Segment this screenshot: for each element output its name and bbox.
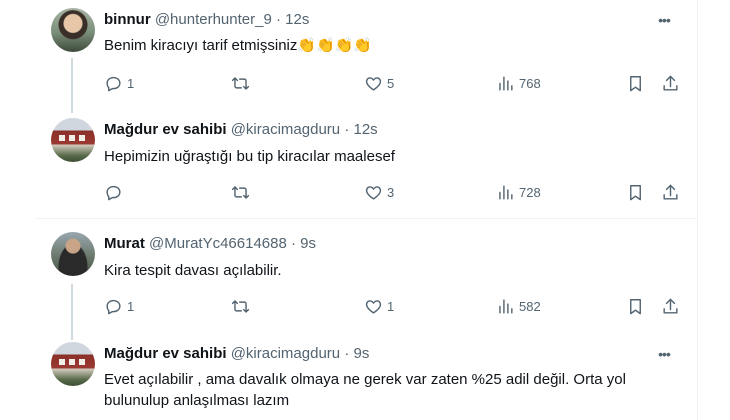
share-button[interactable]: [661, 294, 680, 318]
share-button[interactable]: [661, 180, 680, 204]
bookmark-icon: [630, 298, 641, 314]
avatar[interactable]: [51, 118, 95, 162]
like-count: 1: [387, 298, 395, 314]
bookmark-button[interactable]: [626, 180, 645, 204]
tweet-text: Benim kiracıyı tarif etmişsiniz👏👏👏👏: [104, 37, 373, 54]
retweet-button[interactable]: [231, 71, 254, 95]
reply-count: 1: [127, 75, 135, 91]
bookmark-icon: [630, 75, 641, 91]
share-icon: [663, 75, 678, 91]
avatar[interactable]: [51, 8, 95, 52]
view-count: 728: [519, 184, 541, 200]
retweet-button[interactable]: [231, 294, 254, 318]
tweet-actions: 1 5 768: [104, 71, 684, 95]
timestamp[interactable]: 9s: [353, 345, 369, 362]
display-name[interactable]: binnur: [104, 11, 151, 28]
reply-button[interactable]: 1: [104, 71, 134, 95]
views-icon: [499, 298, 513, 314]
tweet-magdur-2[interactable]: Mağdur ev sahibi @kiracimagduru · 9s •••…: [0, 334, 697, 420]
reply-button[interactable]: 1: [104, 294, 134, 318]
tweet-header: Murat @MuratYc46614688 · 9s: [104, 234, 316, 254]
tweet-actions: 3 728: [104, 180, 684, 204]
retweet-icon: [231, 76, 250, 90]
tweet-binnur[interactable]: binnur @hunterhunter_9 · 12s ••• Benim k…: [0, 0, 697, 108]
bookmark-icon: [630, 184, 641, 200]
separator-dot: ·: [344, 121, 350, 138]
display-name[interactable]: Mağdur ev sahibi: [104, 121, 227, 138]
tweet-murat[interactable]: Murat @MuratYc46614688 · 9s Kira tespit …: [0, 222, 697, 334]
display-name[interactable]: Mağdur ev sahibi: [104, 345, 227, 362]
retweet-icon: [231, 185, 250, 199]
separator-dot: ·: [344, 345, 350, 362]
tweet-text: Hepimizin uğraştığı bu tip kiracılar maa…: [104, 148, 395, 165]
share-button[interactable]: [661, 71, 680, 95]
user-handle[interactable]: @MuratYc46614688: [149, 235, 287, 252]
share-icon: [663, 184, 678, 200]
tweet-text: Evet açılabilir , ama davalık olmaya ne …: [104, 371, 626, 409]
timestamp[interactable]: 12s: [285, 11, 309, 28]
like-button[interactable]: 1: [364, 294, 394, 318]
user-handle[interactable]: @kiracimagduru: [231, 345, 340, 362]
tweet-header: Mağdur ev sahibi @kiracimagduru · 9s: [104, 344, 369, 364]
views-button[interactable]: 768: [496, 71, 541, 95]
retweet-icon: [231, 299, 250, 313]
view-count: 582: [519, 298, 541, 314]
more-icon[interactable]: •••: [655, 345, 673, 363]
views-button[interactable]: 582: [496, 294, 541, 318]
avatar[interactable]: [51, 342, 95, 386]
like-button[interactable]: 3: [364, 180, 394, 204]
views-button[interactable]: 728: [496, 180, 541, 204]
bookmark-button[interactable]: [626, 71, 645, 95]
like-count: 3: [387, 184, 395, 200]
reply-button[interactable]: [104, 180, 127, 204]
reply-icon: [106, 76, 121, 91]
separator-dot: ·: [275, 11, 281, 28]
retweet-button[interactable]: [231, 180, 254, 204]
heart-icon: [365, 76, 382, 91]
heart-icon: [365, 299, 382, 314]
display-name[interactable]: Murat: [104, 235, 145, 252]
heart-icon: [365, 185, 382, 200]
bookmark-button[interactable]: [626, 294, 645, 318]
tweet-actions: 1 1 582: [104, 294, 684, 318]
tweet-header: Mağdur ev sahibi @kiracimagduru · 12s: [104, 120, 378, 140]
user-handle[interactable]: @hunterhunter_9: [155, 11, 272, 28]
avatar[interactable]: [51, 232, 95, 276]
timestamp[interactable]: 9s: [300, 235, 316, 252]
reply-icon: [106, 299, 121, 314]
tweet-magdur-1[interactable]: Mağdur ev sahibi @kiracimagduru · 12s He…: [0, 108, 697, 218]
column-border: [697, 0, 698, 420]
user-handle[interactable]: @kiracimagduru: [231, 121, 340, 138]
like-count: 5: [387, 75, 395, 91]
tweet-header: binnur @hunterhunter_9 · 12s: [104, 10, 309, 30]
views-icon: [499, 184, 513, 200]
tweet-divider: [35, 218, 697, 219]
tweet-feed: binnur @hunterhunter_9 · 12s ••• Benim k…: [0, 0, 730, 420]
more-icon[interactable]: •••: [655, 11, 673, 29]
view-count: 768: [519, 75, 541, 91]
separator-dot: ·: [291, 235, 296, 252]
like-button[interactable]: 5: [364, 71, 394, 95]
timestamp[interactable]: 12s: [353, 121, 377, 138]
share-icon: [663, 298, 678, 314]
reply-icon: [106, 185, 121, 200]
reply-count: 1: [127, 298, 135, 314]
views-icon: [499, 75, 513, 91]
tweet-text: Kira tespit davası açılabilir.: [104, 262, 282, 279]
